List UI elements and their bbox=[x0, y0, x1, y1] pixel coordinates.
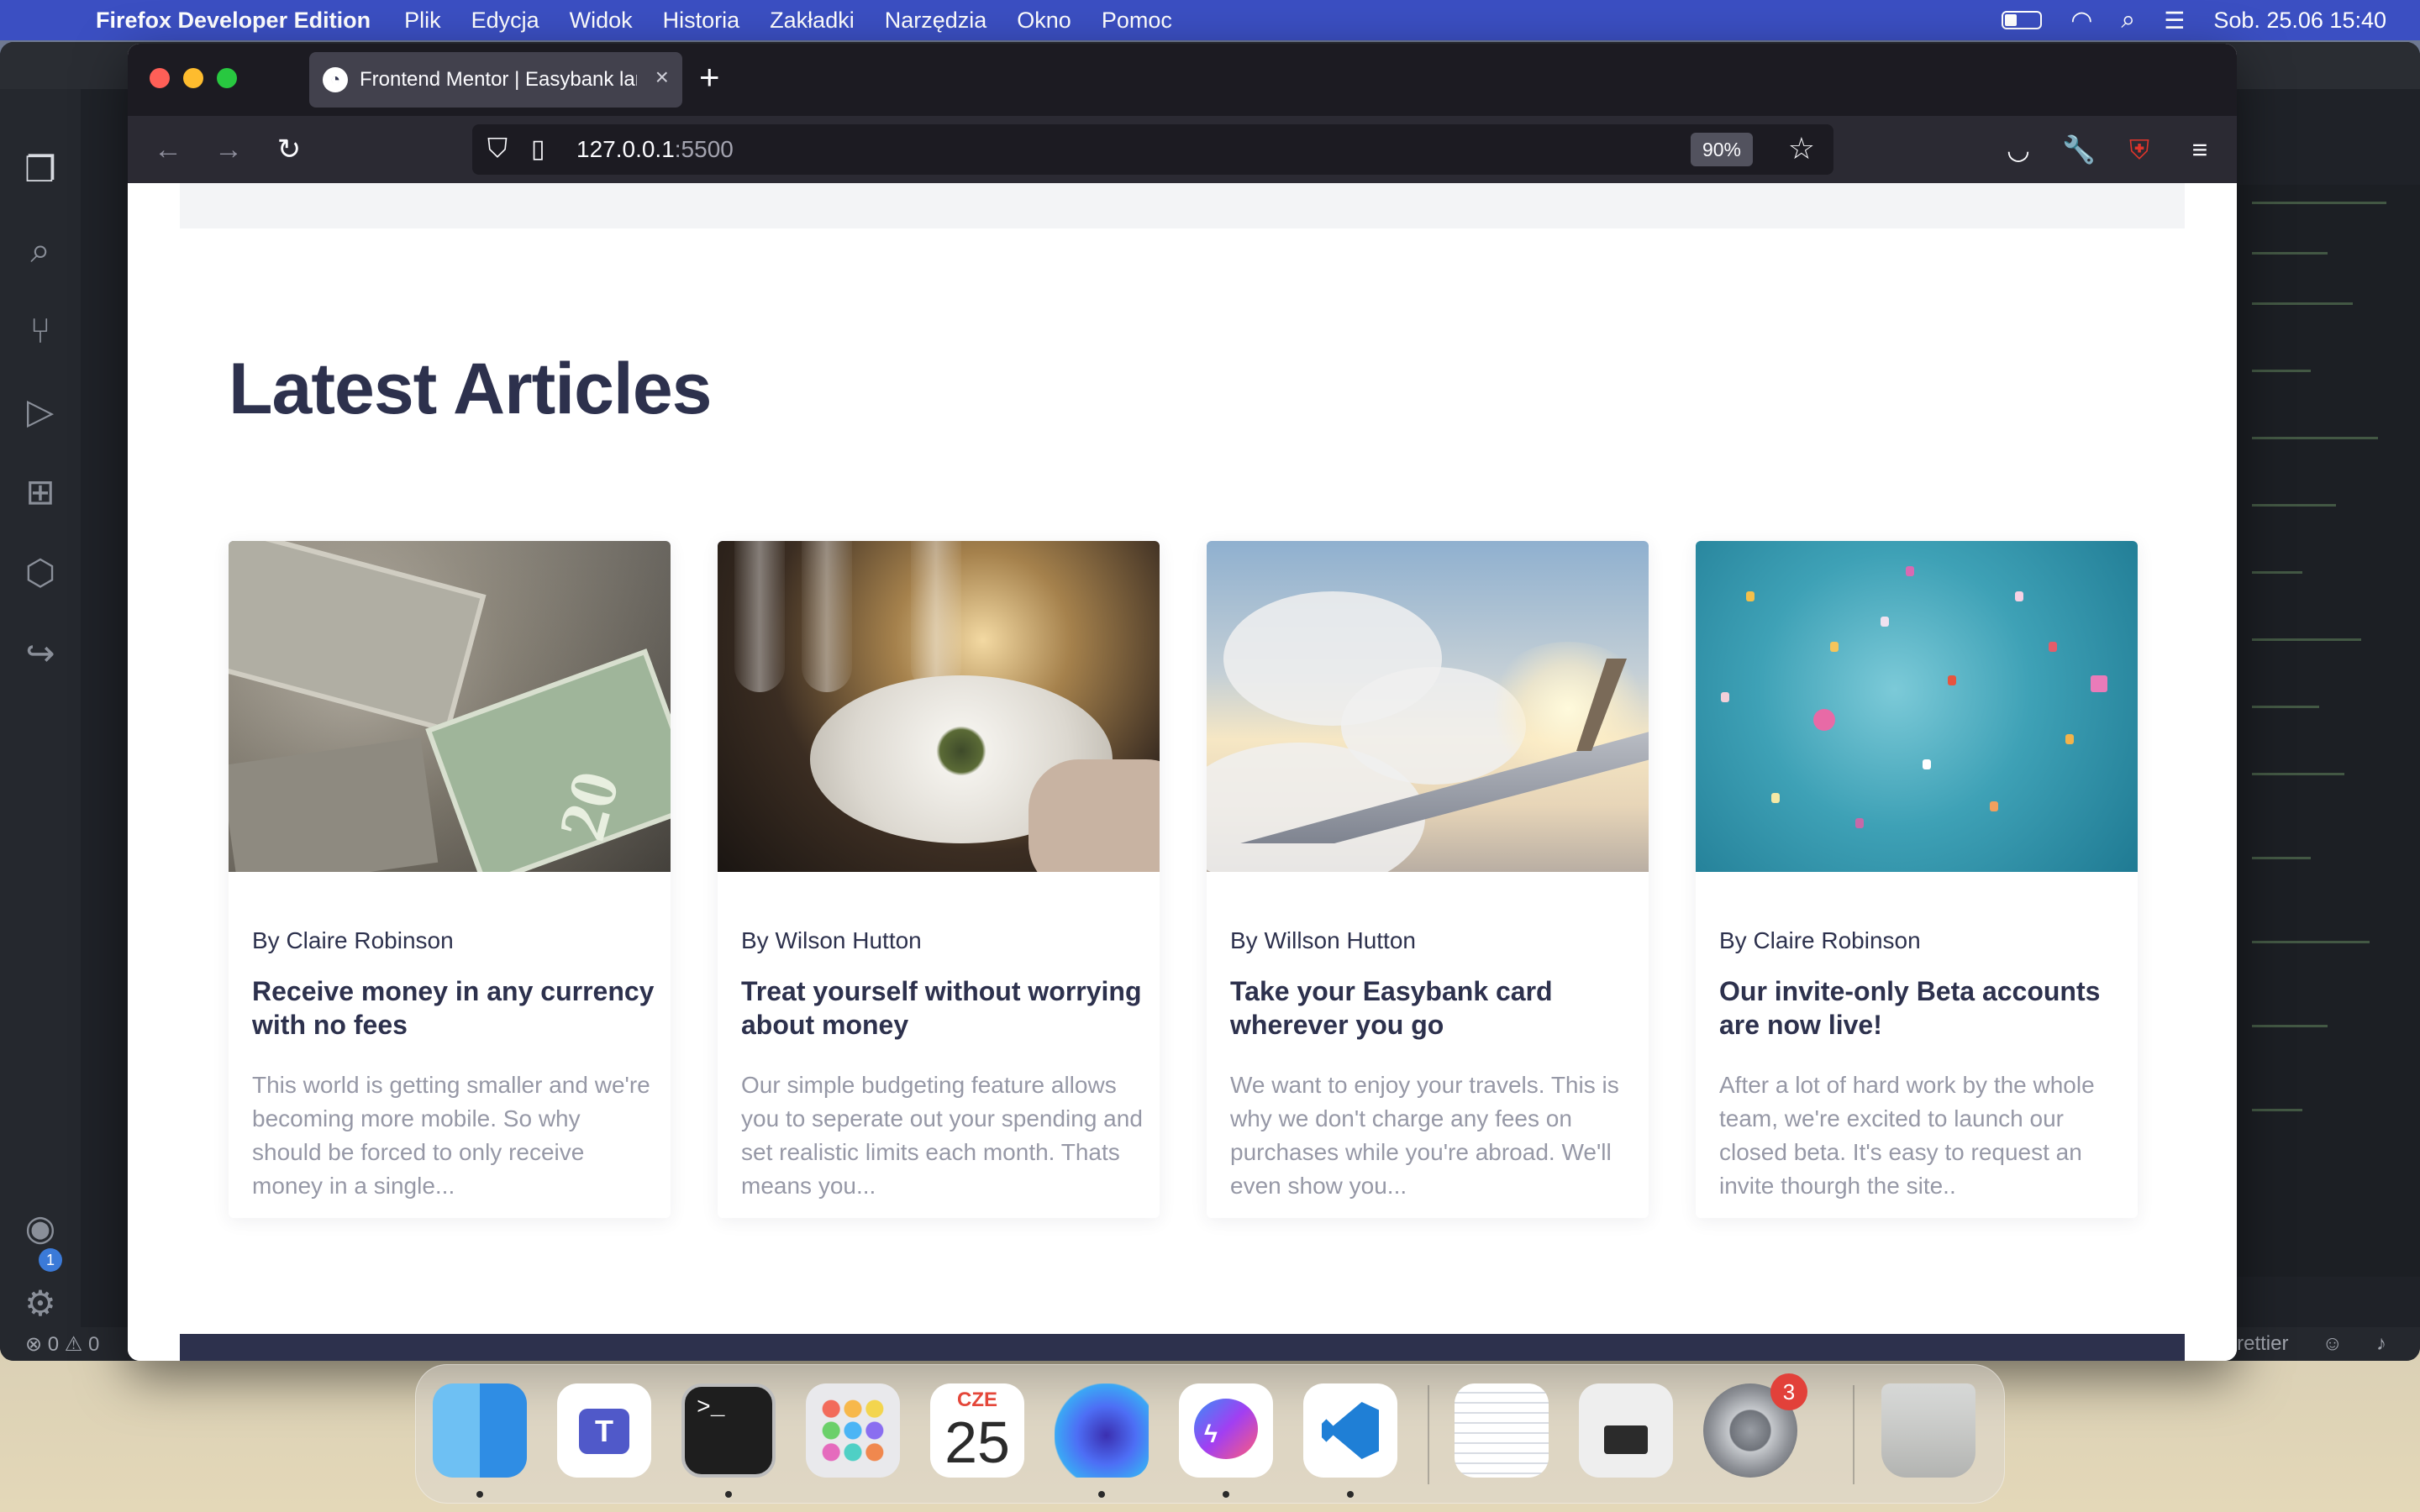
tab-title: Frontend Mentor | Easybank landing page bbox=[360, 68, 637, 91]
calendar-day: 25 bbox=[944, 1410, 1010, 1475]
article-card[interactable]: By Willson Hutton Take your Easybank car… bbox=[1207, 541, 1649, 1218]
launchpad-icon[interactable] bbox=[806, 1383, 900, 1478]
page-info-icon[interactable]: ▯ bbox=[531, 134, 545, 164]
article-excerpt: We want to enjoy your travels. This is w… bbox=[1230, 1072, 1619, 1199]
pocket-icon[interactable]: ◡ bbox=[2000, 131, 2037, 168]
accounts-icon[interactable]: ◉ bbox=[18, 1206, 62, 1250]
macos-dock: T >_ CZE 25 ϟ 3 bbox=[415, 1364, 2005, 1504]
new-tab-icon[interactable]: + bbox=[699, 57, 720, 97]
article-card[interactable]: By Claire Robinson Our invite-only Beta … bbox=[1696, 541, 2138, 1218]
menubar-app-name[interactable]: Firefox Developer Edition bbox=[96, 8, 371, 34]
article-card[interactable]: 20 By Claire Robinson Receive money in a… bbox=[229, 541, 671, 1218]
article-author: By Wilson Hutton bbox=[741, 927, 922, 953]
teams-icon[interactable]: T bbox=[557, 1383, 651, 1478]
article-image-airplane[interactable] bbox=[1207, 541, 1649, 872]
remote-explorer-icon[interactable]: ⬡ bbox=[18, 551, 62, 595]
macos-menubar: Firefox Developer Edition Plik Edycja Wi… bbox=[0, 0, 2420, 40]
feedback-icon[interactable]: ☺ bbox=[2322, 1332, 2343, 1356]
section-title: Latest Articles bbox=[229, 349, 712, 429]
footer-section bbox=[180, 1334, 2185, 1361]
web-page-viewport: Latest Articles 20 By Claire Robinson Re… bbox=[128, 183, 2237, 1361]
tracking-protection-shield-icon[interactable]: ⛉ bbox=[487, 133, 508, 165]
menu-narzedzia[interactable]: Narzędzia bbox=[885, 8, 987, 34]
article-image-confetti[interactable] bbox=[1696, 541, 2138, 872]
menu-pomoc[interactable]: Pomoc bbox=[1102, 8, 1172, 34]
messenger-icon[interactable]: ϟ bbox=[1179, 1383, 1273, 1478]
window-zoom-button[interactable] bbox=[217, 68, 237, 88]
extension-shield-icon[interactable]: ⛨ bbox=[2121, 131, 2158, 168]
article-card[interactable]: By Wilson Hutton Treat yourself without … bbox=[718, 541, 1160, 1218]
vscode-icon[interactable] bbox=[1303, 1383, 1397, 1478]
vscode-activity-bar: ❐ ⌕ ⑂ ▷ ⊞ ⬡ ↪ ◉ 1 ⚙ bbox=[0, 89, 81, 1327]
article-excerpt: Our simple budgeting feature allows you … bbox=[741, 1072, 1143, 1199]
bookmark-star-icon[interactable]: ☆ bbox=[1788, 131, 1815, 166]
explorer-icon[interactable]: ❐ bbox=[18, 148, 62, 192]
finder-icon[interactable] bbox=[433, 1383, 527, 1478]
search-icon[interactable]: ⌕ bbox=[18, 228, 62, 272]
article-title[interactable]: Our invite-only Beta accounts are now li… bbox=[1719, 974, 2123, 1042]
previous-section-bg bbox=[180, 183, 2185, 228]
menu-edycja[interactable]: Edycja bbox=[471, 8, 539, 34]
article-image-restaurant[interactable] bbox=[718, 541, 1160, 872]
terminal-icon[interactable]: >_ bbox=[681, 1383, 776, 1478]
tab-close-icon[interactable]: × bbox=[655, 64, 669, 91]
textedit-icon[interactable] bbox=[1455, 1383, 1549, 1478]
vscode-minimap[interactable] bbox=[2235, 185, 2420, 1277]
problems-indicator[interactable]: ⊗ 0 ⚠ 0 bbox=[25, 1332, 99, 1357]
wifi-icon[interactable]: ◠ bbox=[2070, 6, 2092, 35]
notifications-bell-icon[interactable]: ♪ bbox=[2376, 1332, 2386, 1356]
menubar-clock[interactable]: Sob. 25.06 15:40 bbox=[2213, 8, 2386, 34]
vscode-explorer-strip bbox=[81, 89, 131, 1327]
forward-arrow-icon[interactable]: → bbox=[208, 129, 249, 170]
menu-plik[interactable]: Plik bbox=[404, 8, 441, 34]
article-title[interactable]: Treat yourself without worrying about mo… bbox=[741, 974, 1144, 1042]
system-preferences-badge: 3 bbox=[1770, 1373, 1807, 1410]
zoom-level-badge[interactable]: 90% bbox=[1690, 133, 1753, 166]
menu-zakladki[interactable]: Zakładki bbox=[770, 8, 855, 34]
back-arrow-icon[interactable]: ← bbox=[148, 129, 188, 170]
url-text[interactable]: 127.0.0.1:5500 bbox=[576, 136, 734, 163]
source-control-icon[interactable]: ⑂ bbox=[18, 309, 62, 353]
firefox-tab-bar: ◔ Frontend Mentor | Easybank landing pag… bbox=[128, 44, 2237, 116]
article-image-currency[interactable]: 20 bbox=[229, 541, 671, 872]
article-author: By Claire Robinson bbox=[1719, 927, 1921, 953]
battery-icon[interactable] bbox=[2002, 11, 2043, 29]
extensions-icon[interactable]: ⊞ bbox=[18, 470, 62, 514]
spotlight-search-icon[interactable]: ⌕ bbox=[2121, 6, 2135, 34]
menu-historia[interactable]: Historia bbox=[663, 8, 740, 34]
control-center-icon[interactable]: ☰ bbox=[2164, 7, 2185, 34]
menu-okno[interactable]: Okno bbox=[1017, 8, 1071, 34]
article-title[interactable]: Take your Easybank card wherever you go bbox=[1230, 974, 1634, 1042]
url-bar[interactable]: ⛉ ▯ 127.0.0.1:5500 90% ☆ bbox=[472, 124, 1833, 175]
article-excerpt: This world is getting smaller and we're … bbox=[252, 1072, 650, 1199]
run-debug-icon[interactable]: ▷ bbox=[18, 390, 62, 433]
frontend-mentor-favicon-icon: ◔ bbox=[323, 67, 348, 92]
article-author: By Claire Robinson bbox=[252, 927, 454, 953]
developer-tools-wrench-icon[interactable]: 🔧 bbox=[2060, 131, 2097, 168]
calendar-icon[interactable]: CZE 25 bbox=[930, 1383, 1024, 1478]
firefox-window: ◔ Frontend Mentor | Easybank landing pag… bbox=[128, 44, 2237, 1361]
window-close-button[interactable] bbox=[150, 68, 170, 88]
window-minimize-button[interactable] bbox=[183, 68, 203, 88]
article-author: By Willson Hutton bbox=[1230, 927, 1416, 953]
system-information-icon[interactable] bbox=[1579, 1383, 1673, 1478]
article-title[interactable]: Receive money in any currency with no fe… bbox=[252, 974, 655, 1042]
browser-tab-active[interactable]: ◔ Frontend Mentor | Easybank landing pag… bbox=[309, 52, 682, 108]
trash-icon[interactable] bbox=[1881, 1383, 1975, 1478]
reload-icon[interactable]: ↻ bbox=[269, 129, 309, 170]
hamburger-menu-icon[interactable]: ≡ bbox=[2181, 131, 2218, 168]
settings-gear-icon[interactable]: ⚙ bbox=[18, 1282, 62, 1326]
firefox-nav-bar: ← → ↻ ⛉ ▯ 127.0.0.1:5500 90% ☆ ◡ 🔧 ⛨ ≡ bbox=[128, 116, 2237, 183]
firefox-developer-edition-icon[interactable] bbox=[1055, 1383, 1149, 1478]
live-share-icon[interactable]: ↪ bbox=[18, 632, 62, 675]
article-excerpt: After a lot of hard work by the whole te… bbox=[1719, 1072, 2095, 1199]
prettier-status[interactable]: rettier bbox=[2237, 1332, 2288, 1356]
menu-widok[interactable]: Widok bbox=[570, 8, 633, 34]
accounts-badge: 1 bbox=[39, 1248, 62, 1272]
